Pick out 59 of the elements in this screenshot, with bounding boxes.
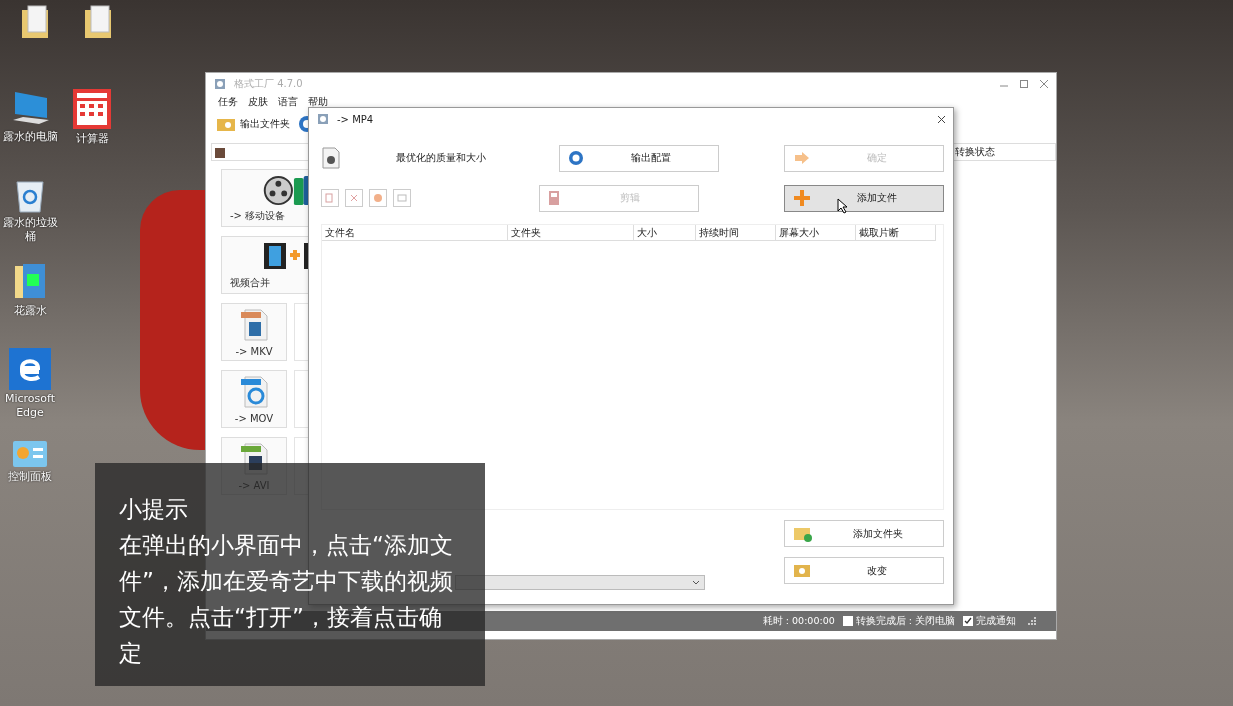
profile-label: 最优化的质量和大小 xyxy=(395,151,487,165)
close-icon[interactable] xyxy=(938,115,945,123)
column-header[interactable]: 文件夹 xyxy=(508,225,634,241)
desktop-icon-label[interactable]: 计算器 xyxy=(64,132,120,146)
format-tile[interactable]: -> MKV xyxy=(221,303,287,361)
dialog-title: -> MP4 xyxy=(337,113,374,125)
folder-icon xyxy=(83,4,113,40)
desktop-icon-label[interactable]: 露水的垃圾桶 xyxy=(2,216,58,244)
format-tile[interactable]: -> 移动设备 xyxy=(221,169,309,227)
format-tile[interactable]: 视频合并 xyxy=(221,236,309,294)
window-title: 格式工厂 4.7.0 xyxy=(234,77,303,91)
format-tile[interactable]: -> MOV xyxy=(221,370,287,428)
app-icon xyxy=(214,78,226,90)
mkv-file-icon xyxy=(239,308,269,342)
output-folder-button[interactable]: 输出文件夹 xyxy=(216,116,290,132)
column-header[interactable]: 大小 xyxy=(634,225,696,241)
checkbox[interactable] xyxy=(963,616,973,626)
arrow-icon xyxy=(793,151,811,165)
control-panel-icon xyxy=(12,440,48,468)
desktop-icon-label[interactable]: 露水的电脑 xyxy=(2,130,58,144)
menu-item[interactable]: 语言 xyxy=(278,95,298,109)
mov-file-icon xyxy=(239,375,269,409)
column-header[interactable]: 文件名 xyxy=(322,225,508,241)
remove-item-icon[interactable] xyxy=(345,189,363,207)
app-icon xyxy=(317,113,329,125)
checkbox-label: 完成通知 xyxy=(976,614,1016,628)
menu-item[interactable]: 帮助 xyxy=(308,95,328,109)
column-header: 转换状态 xyxy=(952,143,1056,161)
checkbox-label: 转换完成后 : 关闭电脑 xyxy=(855,614,955,628)
menu-item[interactable]: 任务 xyxy=(218,95,238,109)
gear-icon xyxy=(568,150,584,166)
column-header[interactable]: 持续时间 xyxy=(696,225,776,241)
cursor-icon xyxy=(837,197,849,214)
desktop-icon-label[interactable]: Microsoft Edge xyxy=(2,392,58,420)
desktop-icon-label[interactable]: 控制面板 xyxy=(2,470,58,484)
folder-icon xyxy=(216,116,236,132)
folder-icon xyxy=(793,563,811,578)
edge-icon xyxy=(9,348,51,390)
maximize-icon[interactable] xyxy=(1020,80,1028,88)
resize-grip-icon xyxy=(1028,617,1036,625)
add-folder-button[interactable]: 添加文件夹 xyxy=(784,520,944,547)
tip-title: 小提示 xyxy=(119,495,189,524)
column-header[interactable]: 截取片断 xyxy=(856,225,936,241)
menu-item[interactable]: 皮肤 xyxy=(248,95,268,109)
elapsed-time: 耗时 : 00:00:00 xyxy=(762,614,835,628)
record-icon[interactable] xyxy=(369,189,387,207)
desktop-icon-label[interactable]: 花露水 xyxy=(2,304,58,318)
column-header[interactable]: 屏幕大小 xyxy=(776,225,856,241)
folder-plus-icon xyxy=(793,525,813,542)
checkbox[interactable] xyxy=(842,616,853,626)
caret-icon xyxy=(692,580,700,585)
folder-icon xyxy=(20,4,50,40)
video-file-icon xyxy=(321,146,341,170)
add-file-button[interactable]: 添加文件 xyxy=(784,184,944,212)
calculator-icon xyxy=(72,88,112,130)
config-button[interactable]: 输出配置 xyxy=(559,144,719,172)
tip-text: 在弹出的小界面中，点击“添加文件”，添加在爱奇艺中下载的视频文件。点击“打开”，接着点击确定 xyxy=(119,531,454,668)
plus-icon xyxy=(793,189,811,207)
change-button[interactable]: 改变 xyxy=(784,557,944,584)
